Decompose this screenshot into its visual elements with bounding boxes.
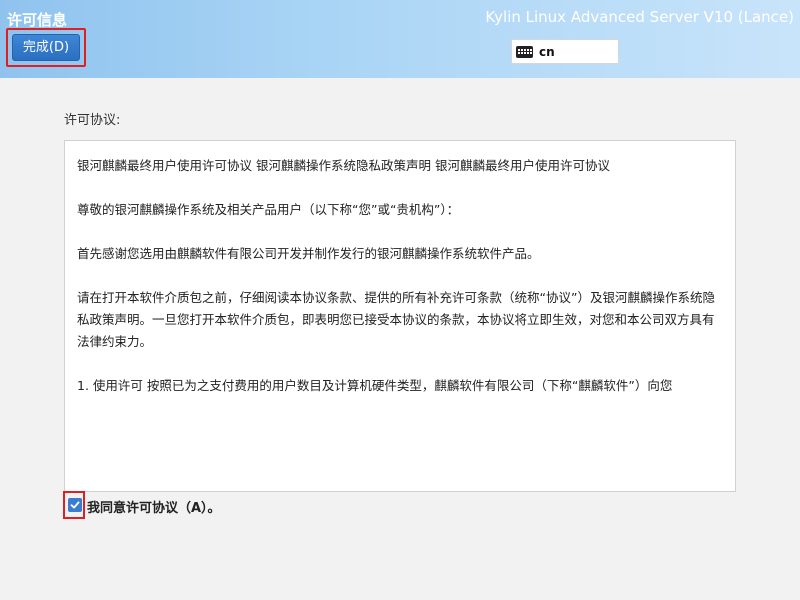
license-paragraph: 尊敬的银河麒麟操作系统及相关产品用户（以下称“您”或“贵机构”）：: [77, 202, 460, 217]
agree-checkbox-highlight: [63, 491, 85, 519]
agree-checkbox[interactable]: [68, 498, 82, 512]
license-label: 许可协议:: [64, 113, 121, 128]
keyboard-layout-label: cn: [539, 44, 555, 59]
product-name: Kylin Linux Advanced Server V10 (Lance): [485, 8, 794, 26]
keyboard-icon: [516, 45, 533, 58]
keyboard-layout-indicator[interactable]: cn: [511, 39, 619, 64]
page-title: 许可信息: [7, 11, 68, 29]
license-paragraph: 银河麒麟最终用户使用许可协议 银河麒麟操作系统隐私政策声明 银河麒麟最终用户使用…: [77, 158, 610, 173]
license-paragraph: 请在打开本软件介质包之前，仔细阅读本协议条款、提供的所有补充许可条款（统称“协议…: [77, 290, 715, 349]
license-text-area[interactable]: 银河麒麟最终用户使用许可协议 银河麒麟操作系统隐私政策声明 银河麒麟最终用户使用…: [64, 140, 736, 492]
license-paragraph: 1. 使用许可 按照已为之支付费用的用户数目及计算机硬件类型，麒麟软件有限公司（…: [77, 378, 673, 393]
done-button-highlight: 完成(D): [6, 28, 86, 67]
agree-label[interactable]: 我同意许可协议（A）。: [87, 497, 221, 516]
checkmark-icon: [70, 501, 80, 509]
license-paragraph: 首先感谢您选用由麒麟软件有限公司开发并制作发行的银河麒麟操作系统软件产品。: [77, 246, 540, 261]
header-bar: 许可信息 完成(D) Kylin Linux Advanced Server V…: [0, 0, 800, 78]
done-button[interactable]: 完成(D): [12, 34, 80, 61]
